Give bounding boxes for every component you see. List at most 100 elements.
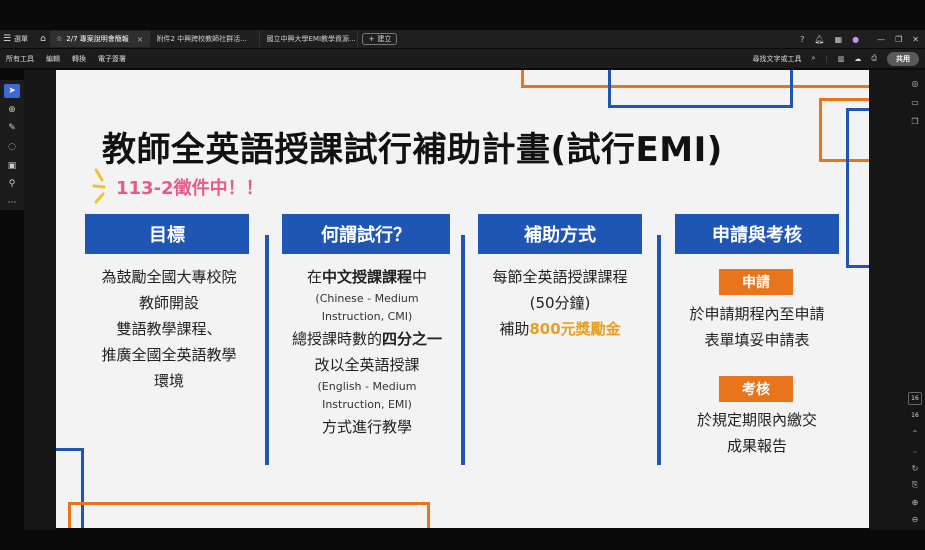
menu-all-tools[interactable]: 所有工具 (0, 54, 40, 64)
close-icon[interactable]: × (137, 35, 144, 44)
toolbar-right: 尋找文字或工具 ⌕ | ▥ ☁ ⎙ 共用 (752, 49, 919, 68)
home-icon[interactable]: ⌂ (36, 32, 50, 46)
menu-edit[interactable]: 編輯 (40, 54, 66, 64)
stamp-icon[interactable]: ⚲ (4, 178, 20, 192)
trial-sub: (English - Medium (317, 380, 417, 393)
call-for-applications-badge: 113-2徵件中！！ (116, 178, 264, 199)
heading-apply-review: 申請與考核 (675, 214, 839, 254)
slide: 教師全英語授課試行補助計畫(試行EMI) 113-2徵件中！！ 目標 為鼓勵全國… (56, 70, 869, 528)
trial-sub: Instruction, EMI) (322, 398, 412, 411)
comment-add-icon[interactable]: ⊕ (4, 103, 20, 117)
share-button[interactable]: 共用 (887, 51, 919, 66)
trial-text: 在中文授課課程中 (Chinese - Medium Instruction, … (274, 264, 460, 440)
menu-label[interactable]: 選單 (14, 34, 28, 44)
deco-orange-frame-bottom (68, 502, 430, 528)
pages-icon[interactable]: ❒ (908, 114, 922, 128)
divider-line (657, 235, 661, 465)
deco-blue-frame-top (608, 70, 793, 108)
close-window-icon[interactable]: ✕ (912, 35, 919, 44)
trial-line: 改以全英語授課 (314, 356, 420, 374)
bell-icon[interactable]: 🔔︎ (814, 35, 824, 44)
viewer-gutter-right (869, 70, 905, 530)
comment-icon[interactable]: ▭ (908, 95, 922, 109)
apps-icon[interactable]: ▦ (835, 35, 843, 44)
sparkle-icon (92, 168, 106, 204)
tab-label: 2/7 專案說明會簡報 (66, 35, 129, 43)
tab-attachment[interactable]: 附件2 中興跨校教師社群活... (150, 31, 261, 47)
text-box-icon[interactable]: ▣ (4, 159, 20, 173)
goal-line: 環境 (153, 372, 184, 390)
restore-icon[interactable]: ❐ (895, 35, 902, 44)
upload-cloud-icon[interactable]: ☁ (854, 55, 861, 63)
heading-subsidy: 補助方式 (478, 214, 642, 254)
plus-icon: + (368, 35, 375, 43)
review-tag: 考核 (719, 376, 793, 402)
trial-line: 總授課時數的四分之一 (291, 330, 443, 348)
print-icon[interactable]: ⎙ (871, 54, 877, 63)
trial-line: 在中文授課課程中 (306, 268, 428, 286)
minimize-icon[interactable]: — (877, 35, 885, 44)
goal-line: 推廣全國全英語教學 (101, 346, 237, 364)
goal-text: 為鼓勵全國大專校院 教師開設 雙語教學課程、 推廣全國全英語教學 環境 (74, 264, 264, 394)
screen: ☰ 選單 ⌂ ☆ 2/7 專案說明會簡報 × 附件2 中興跨校教師社群活... … (0, 0, 925, 550)
more-icon[interactable]: ⋯ (4, 196, 20, 210)
menu-icon[interactable]: ☰ (0, 32, 14, 46)
ai-assistant-icon[interactable]: ◎ (908, 76, 922, 90)
chevron-down-icon[interactable]: ⌄ (908, 443, 922, 457)
apply-line: 於申請期程內至申請 (689, 305, 825, 323)
tab-presentation[interactable]: ☆ 2/7 專案說明會簡報 × (50, 31, 151, 47)
heading-goal: 目標 (85, 214, 249, 254)
select-cursor-icon[interactable]: ➤ (4, 84, 20, 98)
zoom-out-icon[interactable]: ⊖ (908, 512, 922, 526)
subsidy-line: 每節全英語授課課程 (492, 268, 628, 286)
new-tab-button[interactable]: + 建立 (362, 33, 398, 45)
menu-convert[interactable]: 轉換 (66, 54, 92, 64)
apply-tag: 申請 (719, 269, 793, 295)
subsidy-text: 每節全英語授課課程 (50分鐘) 補助800元獎勵金 (470, 264, 650, 342)
tab-bar: ☰ 選單 ⌂ ☆ 2/7 專案說明會簡報 × 附件2 中興跨校教師社群活... … (0, 30, 925, 48)
subsidy-line: (50分鐘) (529, 294, 591, 312)
app-toolbar: 所有工具 編輯 轉換 電子簽署 尋找文字或工具 ⌕ | ▥ ☁ ⎙ 共用 (0, 49, 925, 68)
total-pages: 16 (911, 412, 919, 419)
grid-icon[interactable]: ▥ (838, 55, 845, 63)
review-line: 成果報告 (726, 437, 787, 455)
divider-line (461, 235, 465, 465)
new-tab-label: 建立 (377, 35, 392, 43)
tab-label: 國立中興大學EMI教學資源... (266, 35, 356, 43)
star-icon[interactable]: ☆ (56, 35, 62, 43)
help-icon[interactable]: ? (800, 35, 804, 44)
heading-what-is-trial: 何謂試行？ (282, 214, 450, 254)
viewer-gutter-left (24, 70, 56, 530)
apply-line: 表單填妥申請表 (704, 331, 810, 349)
zoom-in-icon[interactable]: ⊕ (908, 495, 922, 509)
divider: | (825, 54, 828, 63)
slide-title: 教師全英語授課試行補助計畫(試行EMI) (102, 130, 723, 170)
divider-line (265, 235, 269, 465)
search-icon[interactable]: ⌕ (811, 54, 815, 63)
subsidy-line: 補助800元獎勵金 (499, 320, 621, 338)
goal-line: 為鼓勵全國大專校院 (101, 268, 237, 286)
menu-e-sign[interactable]: 電子簽署 (92, 54, 132, 64)
review-text: 於規定期限內繳交 成果報告 (668, 407, 846, 459)
refresh-icon[interactable]: ↻ (908, 461, 922, 475)
tab-emi-resources[interactable]: 國立中興大學EMI教學資源... (260, 31, 359, 47)
trial-line: 方式進行教學 (321, 418, 412, 436)
trial-sub: Instruction, CMI) (321, 310, 413, 323)
right-toolbar: ◎ ▭ ❒ 16 16 ⌃ ⌄ ↻ ⎘ ⊕ ⊖ (905, 70, 925, 530)
pen-icon[interactable]: ✎ (4, 121, 20, 135)
tab-label: 附件2 中興跨校教師社群活... (156, 35, 247, 43)
profile-icon[interactable]: ● (852, 35, 859, 44)
fit-page-icon[interactable]: ⎘ (908, 478, 922, 492)
current-page-field[interactable]: 16 (908, 392, 922, 405)
chevron-up-icon[interactable]: ⌃ (908, 426, 922, 440)
window-controls: ? 🔔︎ ▦ ● — ❐ ✕ (800, 30, 919, 48)
deco-blue-frame-right (846, 108, 869, 268)
goal-line: 教師開設 (138, 294, 199, 312)
left-toolbar: ➤ ⊕ ✎ ◌ ▣ ⚲ ⋯ (0, 80, 24, 210)
review-line: 於規定期限內繳交 (696, 411, 817, 429)
goal-line: 雙語教學課程、 (116, 320, 222, 338)
apply-text: 於申請期程內至申請 表單填妥申請表 (668, 301, 846, 353)
search-tools-label[interactable]: 尋找文字或工具 (752, 54, 801, 64)
lasso-icon[interactable]: ◌ (4, 140, 20, 154)
trial-sub: (Chinese - Medium (315, 292, 419, 305)
